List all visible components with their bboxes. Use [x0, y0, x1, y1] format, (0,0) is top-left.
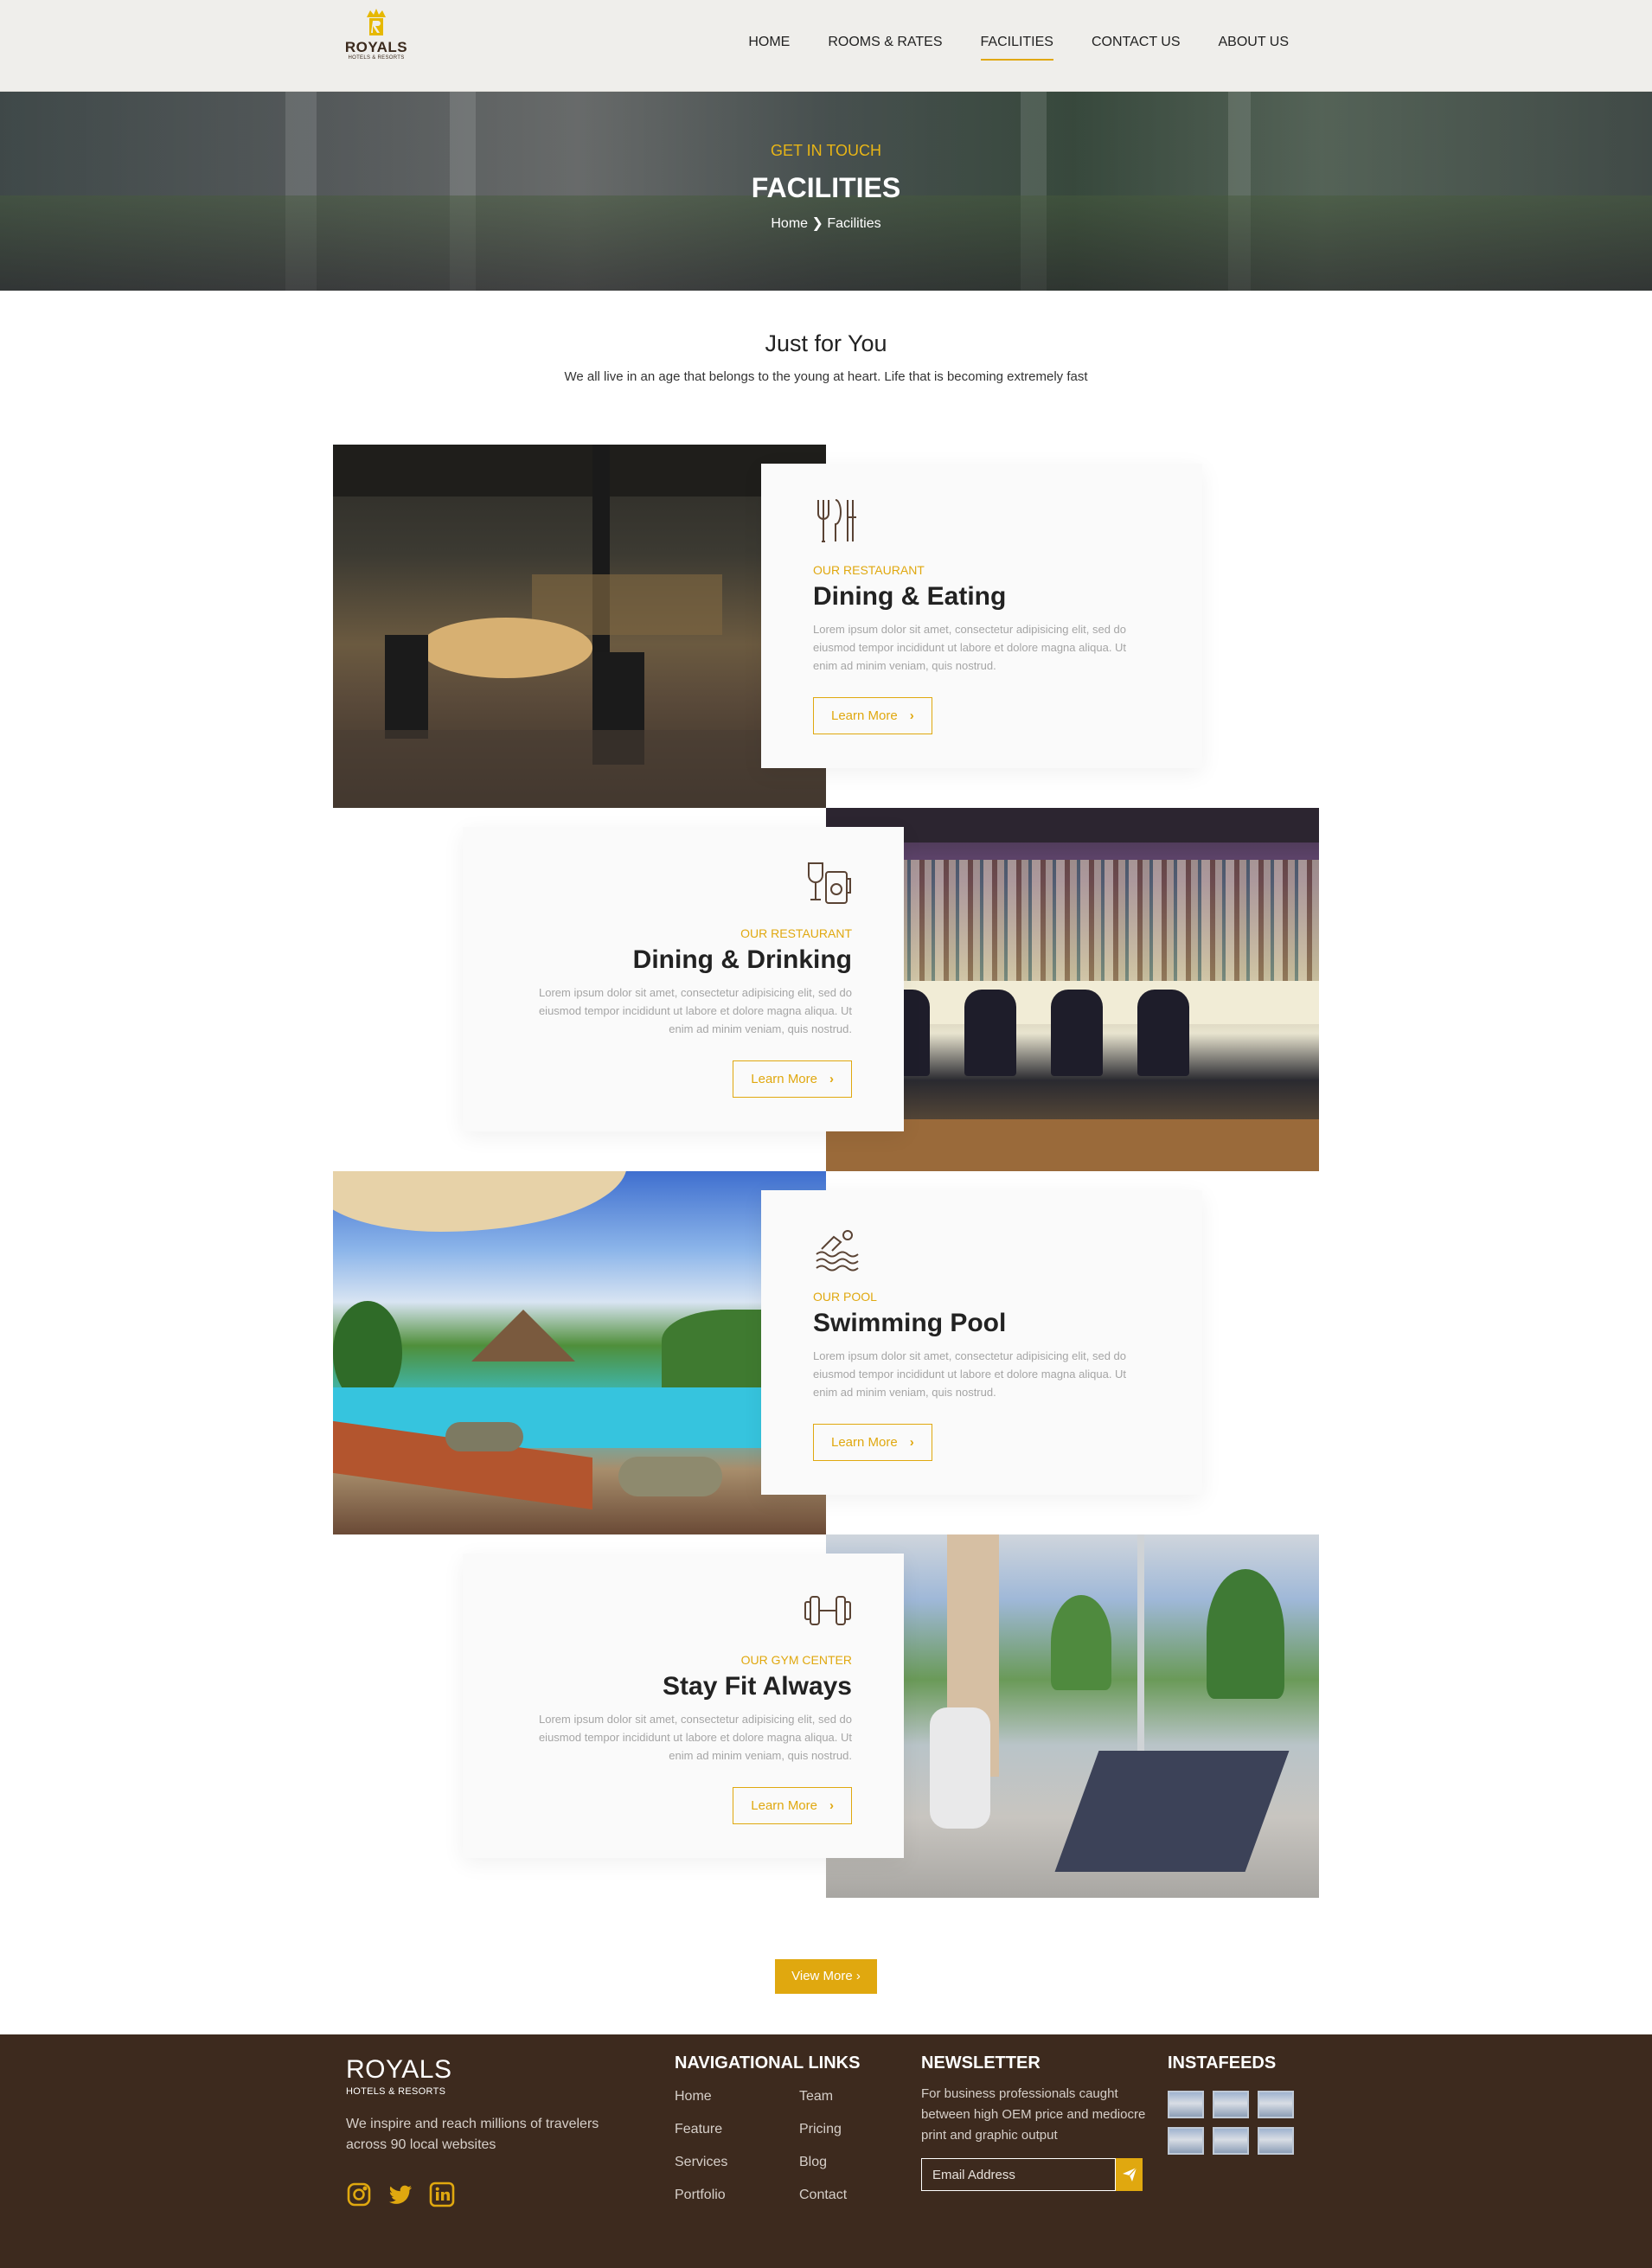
newsletter-heading: NEWSLETTER	[921, 2053, 1041, 2073]
footer-brand-column: ROYALS HOTELS & RESORTS We inspire and r…	[346, 2055, 640, 2207]
facility-row-dining-drinking: OUR RESTAURANT Dining & Drinking Lorem i…	[333, 808, 1319, 1171]
facility-row-gym: OUR GYM CENTER Stay Fit Always Lorem ips…	[333, 1534, 1319, 1898]
pool-photo	[333, 1171, 826, 1534]
facility-kicker: OUR RESTAURANT	[740, 926, 852, 940]
restaurant-photo	[333, 445, 826, 808]
instafeed-thumbnail[interactable]	[1168, 2127, 1204, 2155]
hero-banner: GET IN TOUCH FACILITIES Home ❯ Facilitie…	[0, 92, 1652, 291]
facility-title: Stay Fit Always	[663, 1672, 852, 1701]
facility-row-swimming-pool: OUR POOL Swimming Pool Lorem ipsum dolor…	[333, 1171, 1319, 1534]
footer-brand-sub: HOTELS & RESORTS	[346, 2086, 446, 2097]
drinks-icon	[808, 862, 851, 904]
learn-more-label: Learn More	[751, 1072, 817, 1086]
facility-description: Lorem ipsum dolor sit amet, consectetur …	[813, 623, 1127, 672]
paper-plane-icon	[1122, 2167, 1137, 2182]
breadcrumb-current: Facilities	[827, 216, 881, 231]
nav-home[interactable]: HOME	[748, 35, 790, 61]
chevron-right-icon: ❯	[811, 216, 823, 231]
footer-tagline: We inspire and reach millions of travele…	[346, 2117, 599, 2152]
crown-logo-icon	[367, 9, 386, 35]
nav-facilities[interactable]: FACILITIES	[980, 35, 1054, 61]
breadcrumb-home[interactable]: Home	[771, 216, 808, 231]
facility-kicker: OUR RESTAURANT	[813, 563, 925, 577]
logo[interactable]: ROYALS HOTELS & RESORTS	[344, 7, 408, 71]
facility-title: Swimming Pool	[813, 1309, 1007, 1337]
footer-nav-heading: NAVIGATIONAL LINKS	[675, 2053, 861, 2073]
site-header: ROYALS HOTELS & RESORTS HOME ROOMS & RAT…	[0, 0, 1652, 92]
footer-link-team[interactable]: Team	[799, 2089, 924, 2105]
facility-description: Lorem ipsum dolor sit amet, consectetur …	[538, 1713, 852, 1762]
newsletter-form	[921, 2158, 1143, 2191]
section-subtitle: We all live in an age that belongs to th…	[564, 369, 1088, 384]
learn-more-label: Learn More	[831, 1435, 898, 1450]
site-footer: ROYALS HOTELS & RESORTS We inspire and r…	[0, 2034, 1652, 2268]
footer-newsletter-column: NEWSLETTER For business professionals ca…	[921, 2053, 1146, 2191]
footer-link-portfolio[interactable]: Portfolio	[675, 2188, 799, 2203]
dumbbell-icon	[804, 1596, 851, 1625]
facility-card: OUR POOL Swimming Pool Lorem ipsum dolor…	[761, 1190, 1202, 1495]
facility-card: OUR RESTAURANT Dining & Drinking Lorem i…	[463, 827, 904, 1131]
facility-description: Lorem ipsum dolor sit amet, consectetur …	[538, 986, 852, 1035]
newsletter-email-input[interactable]	[921, 2158, 1116, 2191]
nav-about-us[interactable]: ABOUT US	[1219, 35, 1290, 61]
learn-more-button[interactable]: Learn More ›	[813, 1424, 932, 1461]
nav-contact-us[interactable]: CONTACT US	[1092, 35, 1181, 61]
instagram-icon[interactable]	[346, 2182, 372, 2207]
footer-link-contact[interactable]: Contact	[799, 2188, 924, 2203]
newsletter-send-button[interactable]	[1116, 2158, 1143, 2191]
footer-link-pricing[interactable]: Pricing	[799, 2122, 924, 2137]
facility-title: Dining & Eating	[813, 582, 1007, 611]
newsletter-text: For business professionals caught betwee…	[921, 2086, 1146, 2143]
footer-brand: ROYALS	[346, 2055, 452, 2084]
page-title: FACILITIES	[751, 172, 901, 203]
facility-description: Lorem ipsum dolor sit amet, consectetur …	[813, 1349, 1127, 1399]
section-title: Just for You	[765, 330, 887, 356]
learn-more-label: Learn More	[831, 708, 898, 723]
footer-link-services[interactable]: Services	[675, 2155, 799, 2170]
social-links	[346, 2182, 640, 2207]
footer-nav-links: Home Team Feature Pricing Services Blog …	[675, 2089, 924, 2203]
logo-tagline: HOTELS & RESORTS	[348, 55, 405, 61]
learn-more-label: Learn More	[751, 1798, 817, 1813]
hero-kicker: GET IN TOUCH	[770, 142, 882, 159]
logo-name: ROYALS	[344, 39, 408, 55]
breadcrumb: Home ❯ Facilities	[0, 215, 1652, 232]
view-more-button[interactable]: View More ›	[775, 1959, 877, 1994]
instafeed-heading: INSTAFEEDS	[1168, 2053, 1277, 2073]
instafeed-thumbnail[interactable]	[1213, 2127, 1249, 2155]
chevron-right-icon: ›	[909, 708, 914, 723]
chevron-right-icon: ›	[829, 1798, 834, 1813]
hero-content: GET IN TOUCH FACILITIES Home ❯ Facilitie…	[0, 142, 1652, 232]
facility-title: Dining & Drinking	[632, 945, 852, 974]
instafeed-thumbnail[interactable]	[1258, 2127, 1294, 2155]
facility-card: OUR RESTAURANT Dining & Eating Lorem ips…	[761, 464, 1202, 768]
twitter-icon[interactable]	[387, 2182, 413, 2207]
instafeed-grid	[1168, 2091, 1294, 2155]
instafeed-thumbnail[interactable]	[1213, 2091, 1249, 2118]
instafeed-thumbnail[interactable]	[1258, 2091, 1294, 2118]
learn-more-button[interactable]: Learn More ›	[813, 697, 932, 734]
learn-more-button[interactable]: Learn More ›	[733, 1060, 852, 1098]
footer-nav-column: NAVIGATIONAL LINKS Home Team Feature Pri…	[675, 2053, 924, 2203]
facility-row-dining-eating: OUR RESTAURANT Dining & Eating Lorem ips…	[333, 445, 1319, 808]
intro-section: Just for You We all live in an age that …	[0, 330, 1652, 384]
nav-rooms-rates[interactable]: ROOMS & RATES	[828, 35, 942, 61]
footer-link-feature[interactable]: Feature	[675, 2122, 799, 2137]
chevron-right-icon: ›	[829, 1072, 834, 1086]
linkedin-icon[interactable]	[429, 2182, 455, 2207]
footer-link-home[interactable]: Home	[675, 2089, 799, 2105]
facility-kicker: OUR POOL	[813, 1290, 877, 1304]
footer-instafeed-column: INSTAFEEDS	[1168, 2053, 1294, 2155]
instafeed-thumbnail[interactable]	[1168, 2091, 1204, 2118]
chevron-right-icon: ›	[909, 1435, 914, 1450]
footer-link-blog[interactable]: Blog	[799, 2155, 924, 2170]
cutlery-icon	[817, 499, 856, 542]
facility-kicker: OUR GYM CENTER	[740, 1653, 852, 1667]
swimmer-icon	[816, 1230, 859, 1272]
learn-more-button[interactable]: Learn More ›	[733, 1787, 852, 1824]
main-nav: HOME ROOMS & RATES FACILITIES CONTACT US…	[710, 35, 1289, 61]
facility-card: OUR GYM CENTER Stay Fit Always Lorem ips…	[463, 1554, 904, 1858]
